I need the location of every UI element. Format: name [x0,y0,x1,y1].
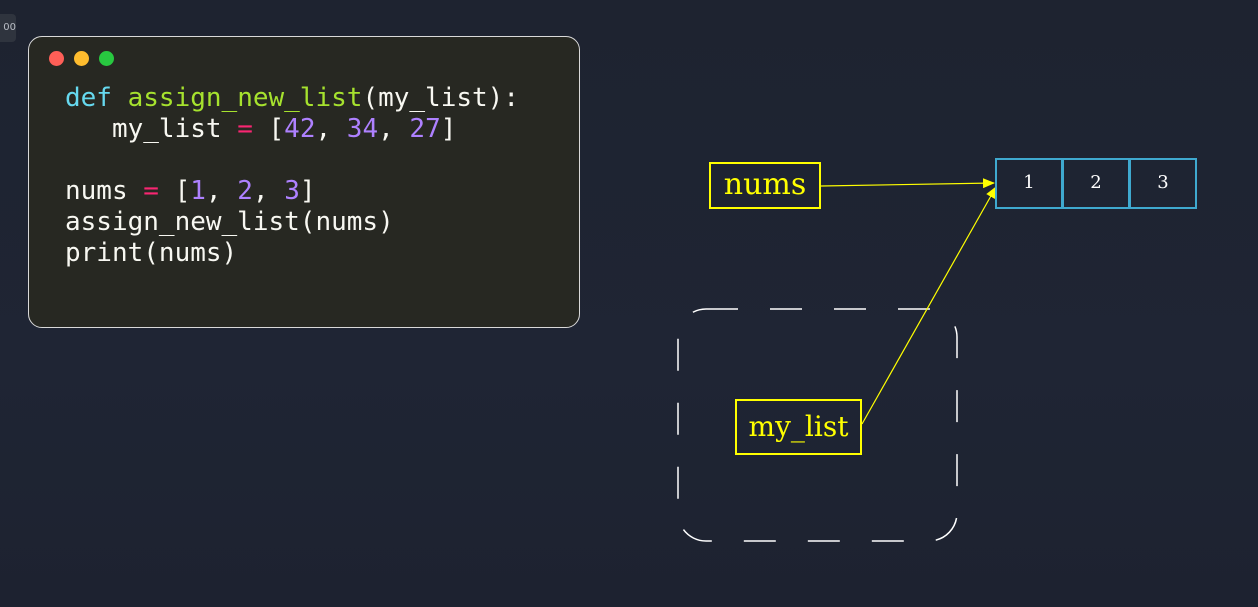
mylist-reference-arrow [861,186,997,425]
reference-diagram [677,178,997,542]
nums-reference-arrow [820,178,995,189]
my-list-label: my_list [735,399,862,455]
list-cell-3: 3 [1129,158,1197,209]
nums-label: nums [709,162,821,209]
list-cell-2: 2 [1062,158,1130,209]
list-cell-1: 1 [995,158,1063,209]
